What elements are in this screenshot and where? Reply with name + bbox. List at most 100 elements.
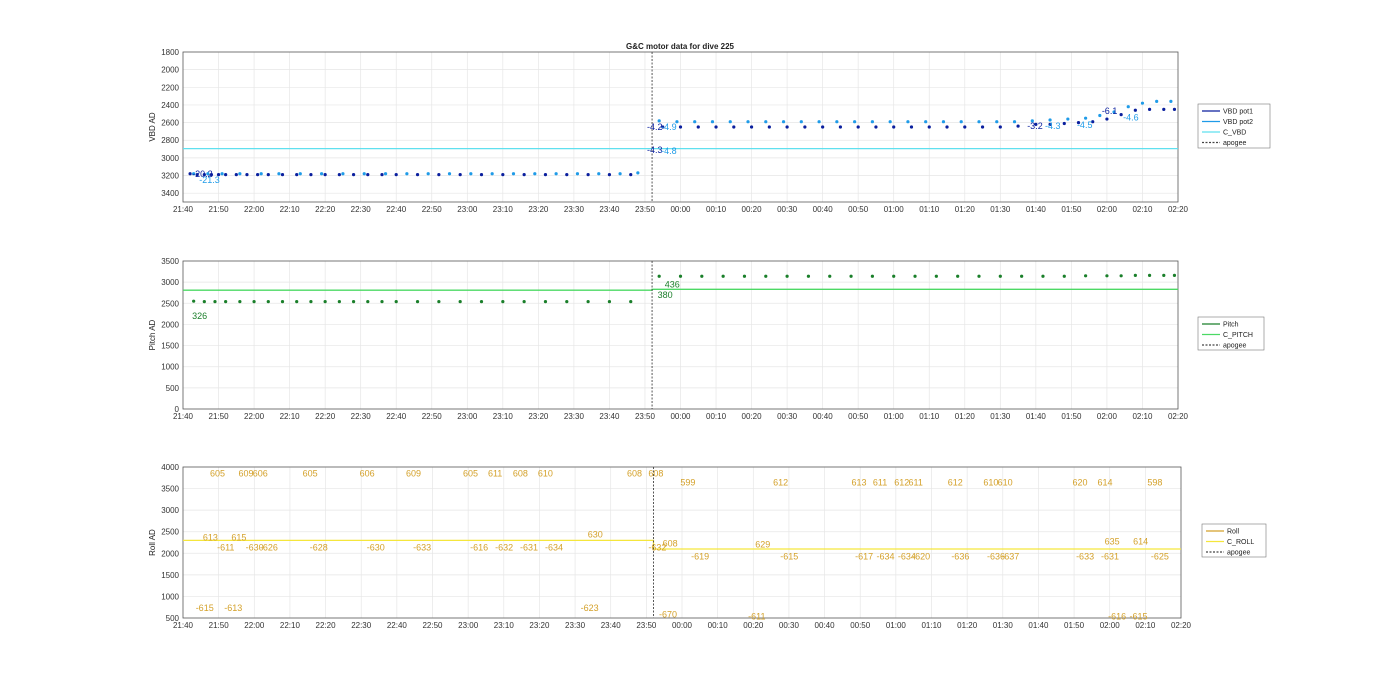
data-point [781,120,786,124]
data-label: 608 [627,468,642,478]
data-label: -617 [855,551,873,561]
y-tick-label: 2500 [161,528,179,537]
data-label: -615 [780,551,798,561]
data-label: 635 [1105,537,1120,547]
data-label: 380 [658,290,673,300]
data-label: -633 [413,543,431,553]
data-label: 606 [360,468,375,478]
x-tick-label: 01:30 [993,621,1014,630]
data-point [963,125,967,129]
data-point [586,173,590,177]
data-point [888,120,892,124]
data-point [1066,117,1070,121]
data-label: -611 [748,612,765,622]
data-label: -634 [876,551,894,561]
x-tick-label: 01:10 [919,205,940,214]
data-point [192,299,196,303]
data-point [337,299,341,304]
x-tick-label: 01:40 [1026,205,1047,214]
y-tick-label: 2000 [161,320,179,329]
y-tick-label: 1500 [161,342,179,351]
x-tick-label: 23:10 [493,205,514,214]
data-point [266,299,270,304]
data-label: 598 [1147,478,1162,488]
x-tick-label: 21:50 [209,412,230,421]
x-tick-label: 00:50 [850,621,871,630]
data-point [714,125,718,129]
y-tick-label: 500 [166,384,180,393]
x-tick-label: 22:20 [315,205,336,214]
data-point [323,299,327,304]
data-label: -632 [495,543,513,553]
x-tick-label: 02:10 [1132,205,1153,214]
data-point [565,173,569,177]
x-tick-label: 22:50 [422,621,443,630]
data-point [892,274,896,278]
data-point [479,299,484,304]
y-tick-label: 1000 [161,363,179,372]
data-point [934,274,938,278]
data-label: -631 [520,543,538,553]
data-point [977,120,981,124]
x-tick-label: 02:00 [1100,621,1121,630]
data-point [941,120,946,124]
data-label: 612 [894,478,909,488]
data-point [1140,101,1145,105]
x-tick-label: 22:00 [244,412,265,421]
y-axis-label: Roll AD [148,529,157,556]
x-tick-label: 22:00 [244,205,265,214]
x-tick-label: 22:10 [280,412,301,421]
data-label: -6.1 [1102,106,1118,116]
data-label: 609 [406,468,421,478]
data-label: 611 [488,468,502,478]
roll-panel: 21:40 21:50 22:00 22:10 22:20 22:30 22:40 22:50… [148,463,1267,630]
legend-label: VBD pot1 [1223,109,1253,116]
y-tick-label: 2200 [161,83,179,92]
data-point [838,125,843,129]
data-point [256,173,260,177]
x-tick-label: 01:00 [886,621,907,630]
data-label: -4.3 [647,145,663,155]
data-point [522,299,526,304]
data-label: 613 [852,478,867,488]
data-label: -616 [470,543,488,553]
legend-label: VBD pot2 [1223,119,1253,126]
data-point [849,274,853,278]
data-label: 610 [998,478,1013,488]
data-point [956,274,960,278]
data-label: -623 [581,603,599,613]
data-point [447,172,452,176]
data-point [394,299,398,304]
data-label: 612 [948,478,963,488]
x-tick-label: 00:40 [815,621,836,630]
data-point [394,173,398,177]
data-point [721,274,725,278]
data-point [803,125,807,129]
x-tick-label: 01:50 [1061,412,1082,421]
data-point [728,120,732,124]
data-point [1147,273,1152,277]
data-point [742,274,747,278]
data-point [1169,99,1173,104]
data-point [853,120,857,124]
x-tick-label: 21:50 [209,205,230,214]
data-point [749,125,754,129]
x-tick-label: 01:50 [1064,621,1085,630]
y-tick-label: 3200 [161,172,179,181]
data-label: -615 [1130,612,1148,622]
x-tick-label: 23:40 [601,621,622,630]
data-label: 614 [1097,478,1112,488]
data-point [543,299,548,304]
data-point [458,299,462,304]
x-tick-label: 00:50 [848,205,869,214]
data-point [629,299,633,304]
data-point [785,125,789,129]
data-label: -628 [310,543,328,553]
data-point [319,172,324,176]
x-tick-label: 01:00 [884,412,905,421]
data-point [710,120,715,124]
x-tick-label: 02:10 [1132,412,1153,421]
chart-title: G&C motor data for dive 225 [626,42,735,51]
data-point [366,299,370,304]
y-tick-label: 2800 [161,136,179,145]
